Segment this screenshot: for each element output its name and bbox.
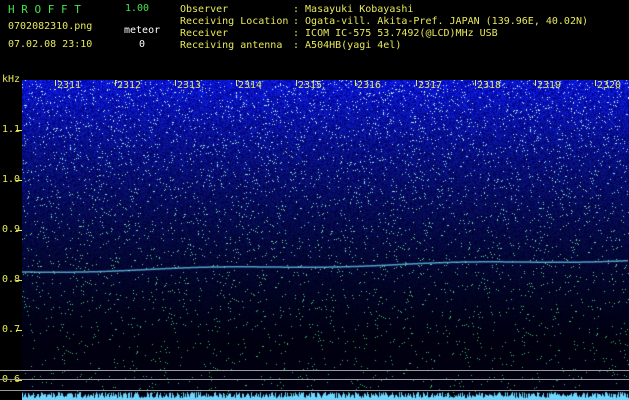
x-tick-2316: 2316 <box>357 80 382 91</box>
observer-label: Observer <box>180 4 229 15</box>
observer-value: : Masayuki Kobayashi <box>293 4 414 15</box>
y-mark <box>16 330 22 331</box>
y-axis-unit: kHz <box>1 74 20 85</box>
x-tick-2315: 2315 <box>298 80 323 91</box>
y-mark <box>16 130 22 131</box>
y-mark <box>16 230 22 231</box>
x-tick-2313: 2313 <box>177 80 202 91</box>
meteor-count: 0 <box>139 39 146 50</box>
location-label: Receiving Location <box>180 16 289 27</box>
reference-line <box>0 390 629 391</box>
y-mark <box>16 180 22 181</box>
x-mark <box>475 80 476 86</box>
x-tick-2318: 2318 <box>477 80 502 91</box>
y-mark <box>16 280 22 281</box>
x-tick-2312: 2312 <box>117 80 142 91</box>
x-tick-2314: 2314 <box>238 80 263 91</box>
receiver-label: Receiver <box>180 28 229 39</box>
x-mark <box>296 80 297 86</box>
x-tick-2319: 2319 <box>537 80 562 91</box>
file-name: 0702082310.png <box>8 21 93 32</box>
antenna-value: : A504HB(yagi 4el) <box>293 40 402 51</box>
x-mark <box>175 80 176 86</box>
antenna-label: Receiving antenna <box>180 40 283 51</box>
datetime: 07.02.08 23:10 <box>8 39 93 50</box>
x-tick-2311: 2311 <box>57 80 82 91</box>
x-mark <box>115 80 116 86</box>
reference-line <box>0 370 629 371</box>
spectrogram-plot <box>22 80 629 400</box>
app-title: H R O F F T <box>8 3 81 16</box>
x-mark <box>55 80 56 86</box>
spectrogram-canvas <box>22 80 629 400</box>
x-mark <box>595 80 596 86</box>
meteor-label: meteor <box>124 25 161 36</box>
x-mark <box>355 80 356 86</box>
location-value: : Ogata-vill. Akita-Pref. JAPAN (139.96E… <box>293 16 589 27</box>
x-mark <box>416 80 417 86</box>
x-mark <box>236 80 237 86</box>
receiver-value: : ICOM IC-575 53.7492(@LCD)MHz USB <box>293 28 498 39</box>
y-axis: kHz 1.1 1.0 0.9 0.8 0.7 0.6 <box>0 74 22 400</box>
x-tick-2320: 2320 <box>597 80 622 91</box>
app-version: 1.00 <box>125 3 150 14</box>
header: H R O F F T 1.00 0702082310.png meteor 0… <box>0 0 629 80</box>
x-mark <box>535 80 536 86</box>
x-tick-2317: 2317 <box>418 80 443 91</box>
y-mark <box>16 380 22 381</box>
reference-line <box>0 379 629 380</box>
